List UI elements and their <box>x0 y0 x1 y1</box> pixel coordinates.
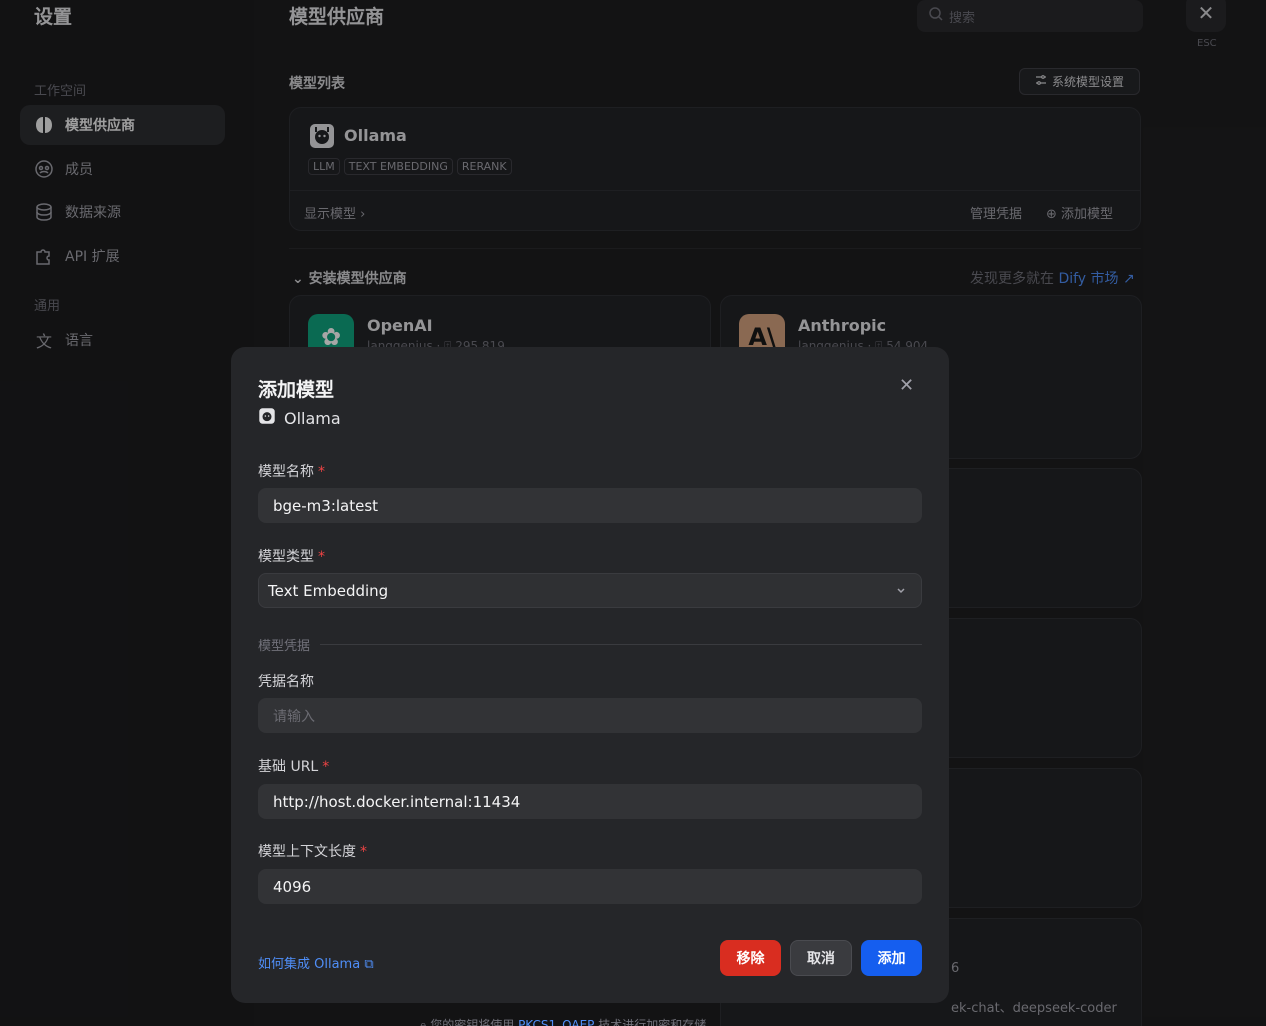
required-marker: * <box>322 759 330 775</box>
context-length-label: 模型上下文长度 * <box>258 841 367 861</box>
model-name-input[interactable]: bge-m3:latest <box>258 488 922 523</box>
help-link-ollama[interactable]: 如何集成 Ollama ⧉ <box>258 953 374 972</box>
label-text: 模型类型 <box>258 549 314 565</box>
dialog-close-button[interactable]: ✕ <box>899 375 914 396</box>
external-link-icon: ⧉ <box>364 957 374 972</box>
pkcs-link[interactable]: PKCS1_OAEP <box>518 1018 594 1026</box>
required-marker: * <box>360 844 367 860</box>
dialog-provider: Ollama <box>258 407 341 429</box>
add-model-dialog: 添加模型 ✕ Ollama 模型名称 * bge-m3:latest 模型类型 * … <box>231 347 949 1003</box>
credentials-section-divider: 模型凭据 <box>258 635 922 654</box>
encryption-note-suffix: 技术进行加密和存储 <box>598 1018 707 1026</box>
ollama-logo-icon <box>258 407 276 429</box>
cancel-button[interactable]: 取消 <box>790 940 852 976</box>
dialog-provider-name: Ollama <box>284 408 341 428</box>
encryption-note: 🔒︎ 您的密钥将使用 PKCS1_OAEP 技术进行加密和存储 <box>420 1016 706 1026</box>
model-type-value: Text Embedding <box>268 581 389 600</box>
model-type-label: 模型类型 * <box>258 546 325 566</box>
add-button[interactable]: 添加 <box>861 940 922 976</box>
required-marker: * <box>318 549 325 565</box>
required-marker: * <box>318 464 325 480</box>
label-text: 模型名称 <box>258 464 314 480</box>
label-text: 基础 URL <box>258 759 319 775</box>
divider-line <box>320 644 922 645</box>
lock-icon: 🔒︎ <box>420 1018 427 1026</box>
base-url-input[interactable]: http://host.docker.internal:11434 <box>258 784 922 819</box>
context-length-input[interactable]: 4096 <box>258 869 922 904</box>
dialog-title: 添加模型 <box>258 379 335 401</box>
remove-button[interactable]: 移除 <box>720 940 781 976</box>
credential-name-label: 凭据名称 <box>258 674 314 690</box>
base-url-label: 基础 URL * <box>258 756 329 776</box>
close-icon: ✕ <box>899 375 915 396</box>
credentials-section-label: 模型凭据 <box>258 639 311 654</box>
chevron-down-icon <box>895 582 907 600</box>
help-link-text: 如何集成 Ollama <box>258 957 361 972</box>
model-type-select[interactable]: Text Embedding <box>258 573 922 608</box>
model-name-label: 模型名称 * <box>258 461 325 481</box>
label-text: 模型上下文长度 <box>258 844 356 860</box>
credential-name-input[interactable]: 请输入 <box>258 698 922 733</box>
encryption-note-prefix: 您的密钥将使用 <box>430 1018 515 1026</box>
